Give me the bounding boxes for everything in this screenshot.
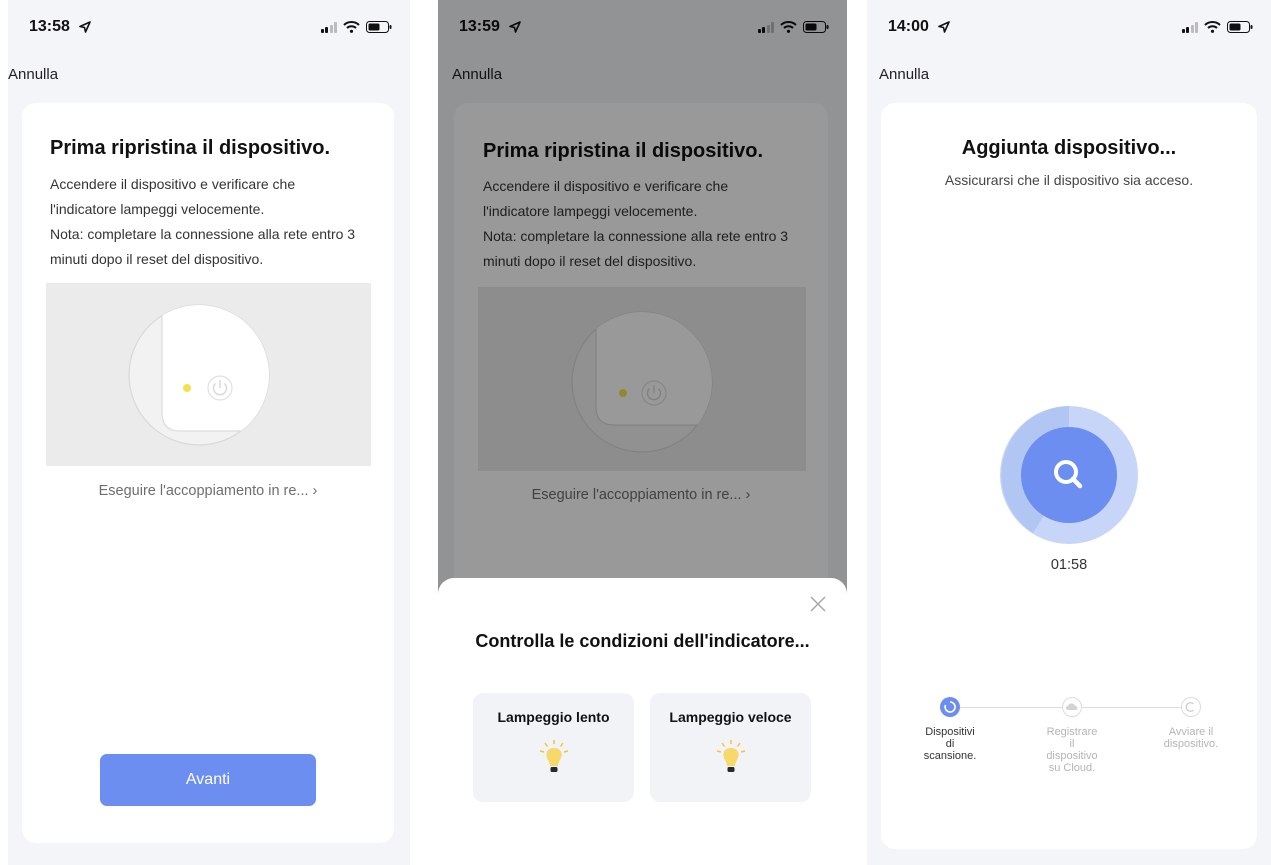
adding-device-screen: 14:00 Annulla Aggiunta dispositivo... As… (867, 0, 1271, 865)
wifi-icon (343, 21, 360, 33)
cellular-signal-icon (320, 21, 337, 33)
lightbulb-icon (539, 740, 569, 772)
progress-card: Aggiunta dispositivo... Assicurarsi che … (881, 103, 1257, 849)
reset-device-screen: 13:58 Annulla Prima ripristina il dispos… (8, 0, 410, 865)
page-title: Prima ripristina il dispositivo. (50, 137, 331, 159)
cloud-icon (1066, 703, 1078, 710)
status-time: 13:58 (29, 18, 70, 35)
slow-blink-option[interactable]: Lampeggio lento (473, 693, 634, 802)
cellular-signal-icon (1181, 21, 1198, 33)
instructions-text: Accendere il dispositivo e verificare ch… (50, 176, 356, 267)
indicator-bottom-sheet: Controlla le condizioni dell'indicatore.… (438, 578, 847, 865)
status-bar: 14:00 (867, 18, 1271, 40)
step-connector (1082, 707, 1185, 708)
scanning-animation (1000, 406, 1138, 544)
power-icon (1185, 702, 1195, 712)
countdown-timer: 01:58 (1050, 557, 1088, 573)
step-label-cloud: Registrare il dispositivo su Cloud. (1046, 726, 1098, 774)
option-label: Lampeggio lento (497, 709, 610, 725)
indicator-check-screen: 13:59 Annulla Prima ripristina il dispos… (438, 0, 847, 865)
status-time: 14:00 (888, 18, 929, 35)
cancel-button[interactable]: Annulla (879, 66, 929, 83)
step-indicator-start (1181, 697, 1201, 717)
led-indicator (183, 384, 191, 392)
fast-blink-option[interactable]: Lampeggio veloce (650, 693, 811, 802)
wifi-icon (1204, 21, 1221, 33)
page-subtitle: Assicurarsi che il dispositivo sia acces… (944, 172, 1194, 188)
location-arrow-icon (938, 20, 950, 38)
page-title: Aggiunta dispositivo... (961, 137, 1177, 159)
battery-icon (366, 21, 392, 33)
next-button[interactable]: Avanti (100, 754, 316, 806)
pairing-mode-link[interactable]: Eseguire l'accoppiamento in re... › (22, 483, 394, 499)
sheet-title: Controlla le condizioni dell'indicatore.… (475, 631, 810, 651)
step-label-scanning: Dispositivi di scansione. (923, 726, 977, 762)
step-label-start: Avviare il dispositivo. (1163, 726, 1219, 750)
step-connector (960, 707, 1062, 708)
device-illustration (46, 283, 371, 466)
status-bar: 13:58 (8, 18, 410, 40)
close-icon[interactable] (809, 595, 827, 613)
battery-icon (1227, 21, 1253, 33)
step-indicator-cloud (1062, 697, 1082, 717)
loading-icon (944, 701, 956, 713)
location-arrow-icon (79, 20, 91, 38)
step-indicator-scanning (940, 697, 960, 717)
instruction-card: Prima ripristina il dispositivo. Accende… (22, 103, 394, 843)
cancel-button[interactable]: Annulla (8, 66, 58, 83)
lightbulb-icon (716, 740, 746, 772)
option-label: Lampeggio veloce (669, 709, 792, 725)
